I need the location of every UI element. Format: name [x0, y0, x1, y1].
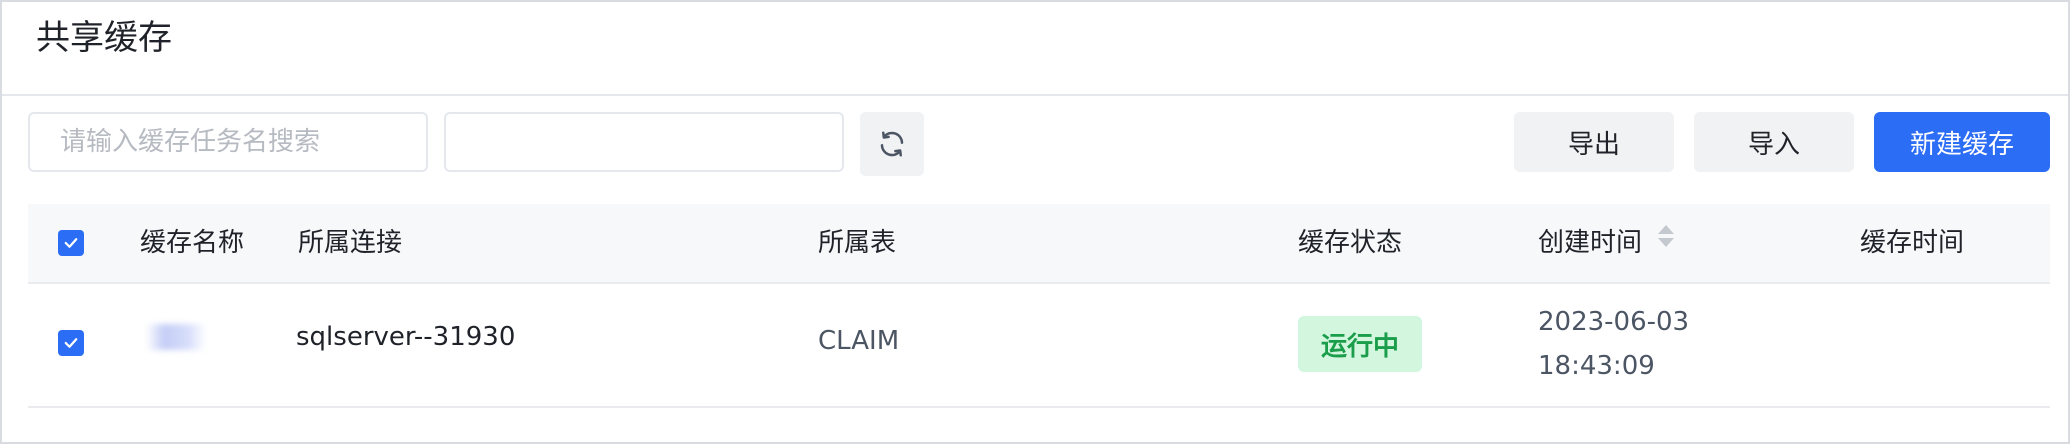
select-all-checkbox[interactable]	[58, 230, 84, 256]
panel-header: 共享缓存	[2, 2, 2068, 96]
check-icon	[64, 338, 78, 348]
filter-field[interactable]	[444, 112, 844, 172]
cell-created-time: 2023-06-03 18:43:09	[1538, 300, 1689, 388]
table-row[interactable]: sqlserver--31930 CLAIM 运行中 2023-06-03 18…	[28, 284, 2050, 408]
check-icon	[64, 238, 78, 248]
refresh-button[interactable]	[860, 112, 924, 176]
status-badge: 运行中	[1298, 316, 1422, 372]
column-header-created-time[interactable]: 创建时间	[1538, 204, 1676, 282]
column-header-cache-time: 缓存时间	[1860, 228, 1965, 258]
page-title: 共享缓存	[36, 18, 172, 58]
sort-icon[interactable]	[1656, 203, 1676, 281]
created-date: 2023-06-03	[1538, 307, 1690, 337]
cell-table: CLAIM	[818, 326, 900, 356]
new-cache-button[interactable]: 新建缓存	[1874, 112, 2050, 172]
export-button-label: 导出	[1567, 129, 1620, 160]
row-checkbox[interactable]	[58, 330, 84, 356]
table-header: 缓存名称 所属连接 所属表 缓存状态 创建时间 缓存时间	[28, 204, 2050, 284]
column-header-status: 缓存状态	[1298, 228, 1403, 258]
refresh-icon	[880, 131, 904, 157]
column-header-connection: 所属连接	[298, 228, 403, 258]
import-button-label: 导入	[1747, 129, 1800, 160]
column-header-table: 所属表	[818, 228, 897, 258]
column-header-name: 缓存名称	[140, 228, 245, 258]
shared-cache-panel: 共享缓存 导出 导入 新建缓存 缓存名称 所属连接 所属表 缓存状态 创建时间	[0, 0, 2070, 444]
import-button[interactable]: 导入	[1694, 112, 1854, 172]
cache-name-redacted	[146, 324, 206, 350]
column-header-created-time-label: 创建时间	[1538, 228, 1643, 258]
export-button[interactable]: 导出	[1514, 112, 1674, 172]
cell-connection: sqlserver--31930	[296, 322, 516, 352]
new-cache-button-label: 新建缓存	[1909, 129, 2014, 160]
created-time: 18:43:09	[1538, 351, 1655, 381]
filter-input[interactable]	[446, 114, 842, 170]
search-field[interactable]	[28, 112, 428, 172]
search-input[interactable]	[30, 114, 426, 170]
